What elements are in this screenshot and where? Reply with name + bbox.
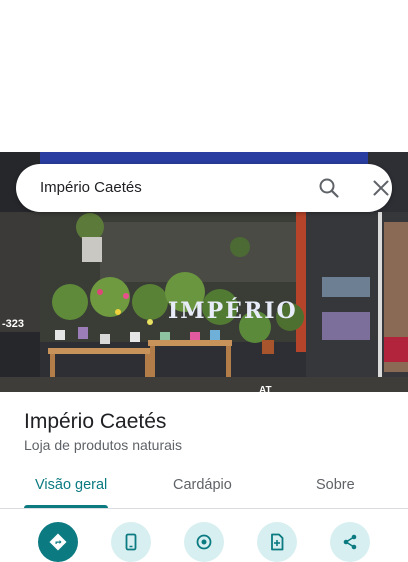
share-icon <box>340 522 360 557</box>
top-blank-area <box>0 0 408 152</box>
save-doc-icon <box>267 522 287 557</box>
save-button[interactable] <box>257 522 297 562</box>
place-title: Império Caetés <box>24 410 167 433</box>
call-button[interactable] <box>111 522 151 562</box>
photo-phone-fragment: -323 <box>2 318 25 330</box>
tab-menu[interactable]: Cardápio <box>173 477 232 493</box>
tabs-divider <box>0 508 408 509</box>
store-sign-text: IMPÉRIO <box>168 298 298 324</box>
close-icon[interactable] <box>369 176 393 200</box>
location-icon <box>194 522 214 557</box>
search-query[interactable]: Império Caetés <box>40 179 142 196</box>
directions-button[interactable] <box>38 522 78 562</box>
share-button[interactable] <box>330 522 370 562</box>
place-category: Loja de produtos naturais <box>24 437 182 453</box>
nearby-button[interactable] <box>184 522 224 562</box>
tab-overview[interactable]: Visão geral <box>35 477 107 493</box>
photo-sign-fragment: AT <box>259 385 272 392</box>
tab-about[interactable]: Sobre <box>316 477 355 493</box>
directions-icon <box>48 522 68 557</box>
phone-icon <box>121 522 141 557</box>
search-bar[interactable]: Império Caetés <box>16 164 392 212</box>
search-icon[interactable] <box>317 176 341 200</box>
